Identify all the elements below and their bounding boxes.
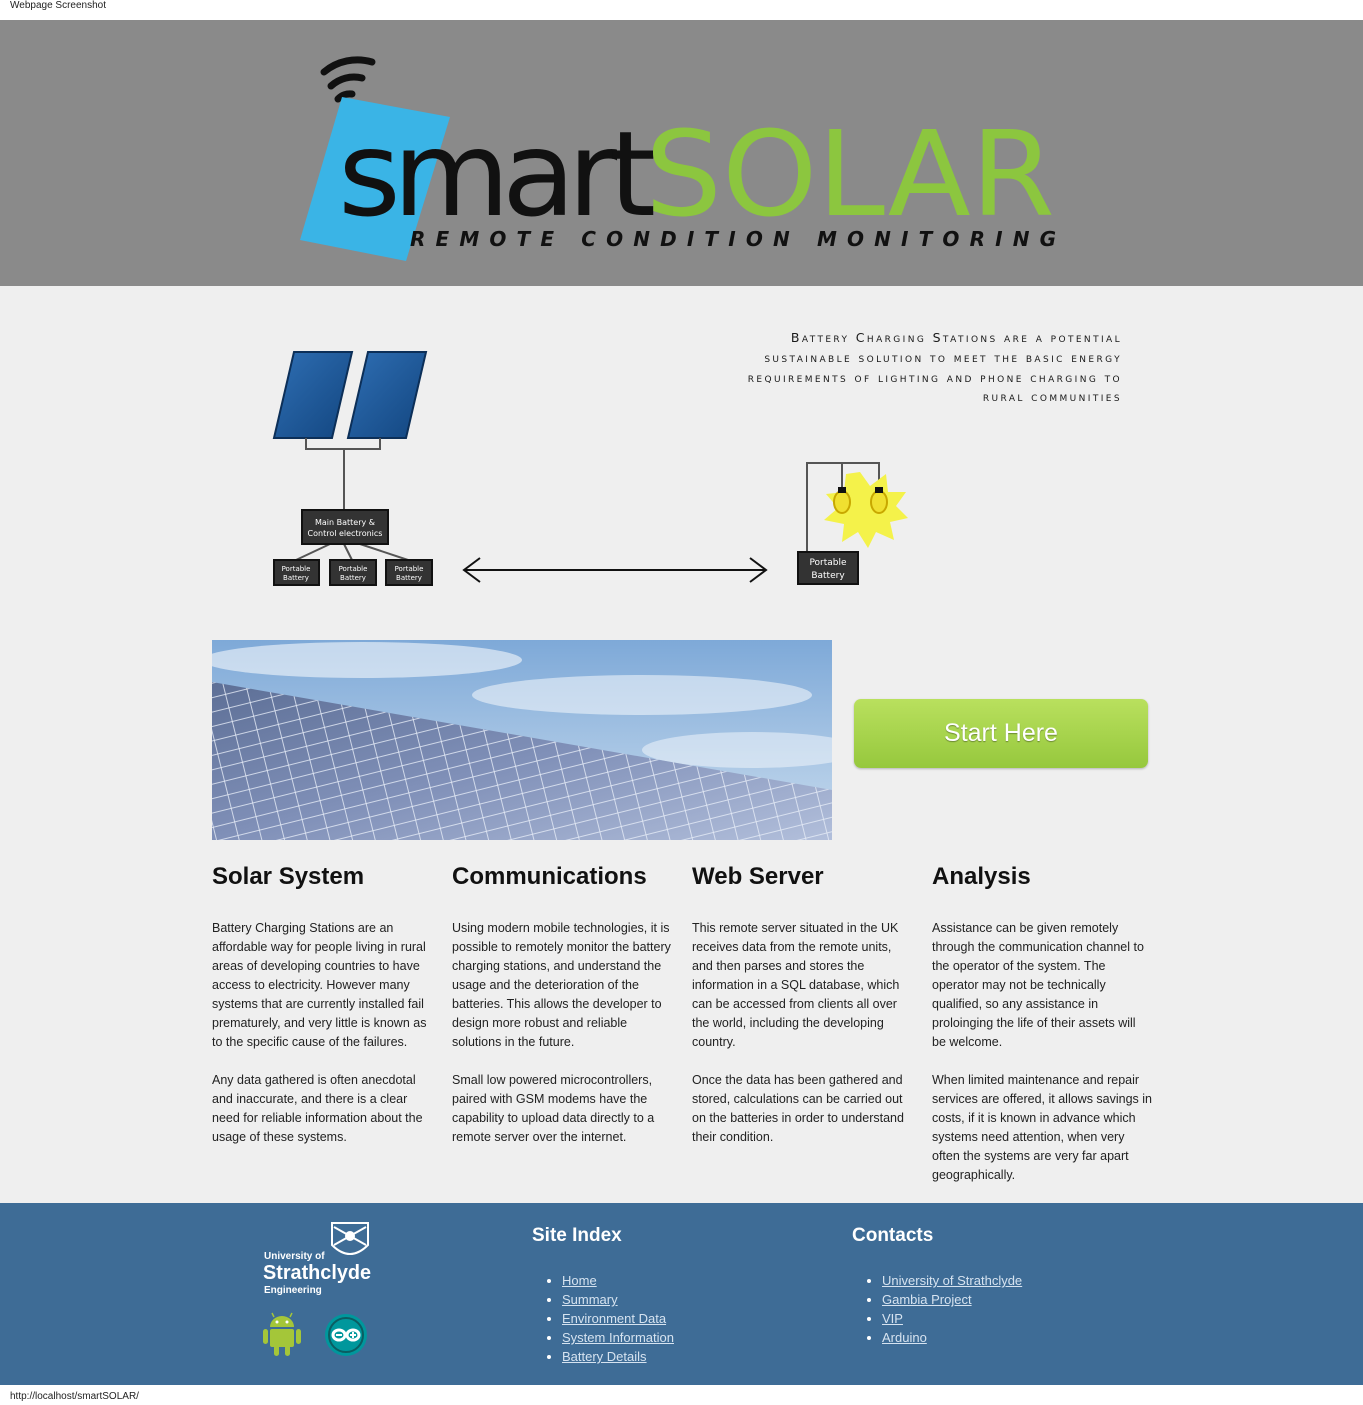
list-item: Summary — [562, 1290, 674, 1309]
portable-battery-label: Battery — [396, 574, 422, 582]
logo-solar-text: SOLAR — [645, 105, 1055, 243]
portable-battery: Portable Battery — [329, 559, 377, 586]
portable-battery-label: Portable — [339, 565, 368, 573]
column-paragraph: Any data gathered is often anecdotal and… — [212, 1073, 423, 1144]
analysis-column: Analysis Assistance can be given remotel… — [932, 860, 1152, 1185]
column-paragraph: Using modern mobile technologies, it is … — [452, 921, 671, 1049]
contact-link-arduino[interactable]: Arduino — [882, 1330, 927, 1345]
uni-line2: Strathclyde — [263, 1262, 371, 1284]
web-server-column: Web Server This remote server situated i… — [692, 860, 912, 1147]
contact-link-strathclyde[interactable]: University of Strathclyde — [882, 1273, 1022, 1288]
start-here-button[interactable]: Start Here — [854, 699, 1148, 768]
column-paragraph: Battery Charging Stations are an afforda… — [212, 921, 427, 1049]
portable-battery-label: Portable — [282, 565, 311, 573]
list-item: System Information — [562, 1328, 674, 1347]
solar-panel-right — [346, 351, 428, 439]
wifi-icon — [320, 56, 376, 103]
solar-panel-left — [272, 351, 354, 439]
portable-battery: Portable Battery — [385, 559, 433, 586]
list-item: VIP — [882, 1309, 1022, 1328]
site-footer: University of Strathclyde Engineering Si… — [0, 1203, 1363, 1385]
uni-line1: University of — [264, 1251, 325, 1262]
nav-link-summary[interactable]: Summary — [562, 1292, 618, 1307]
status-url: http://localhost/smartSOLAR/ — [10, 1391, 139, 1402]
university-crest-icon — [331, 1222, 369, 1255]
column-paragraph: This remote server situated in the UK re… — [692, 921, 900, 1049]
contacts-title: Contacts — [852, 1225, 934, 1246]
nav-link-battery-details[interactable]: Battery Details — [562, 1349, 647, 1364]
portable-battery-label: Portable — [395, 565, 424, 573]
main-battery-box — [301, 509, 389, 545]
list-item: Arduino — [882, 1328, 1022, 1347]
column-title: Analysis — [932, 863, 1031, 890]
column-paragraph: Assistance can be given remotely through… — [932, 921, 1144, 1049]
column-paragraph: Once the data has been gathered and stor… — [692, 1073, 904, 1144]
contact-link-vip[interactable]: VIP — [882, 1311, 903, 1326]
column-paragraph: When limited maintenance and repair serv… — [932, 1073, 1153, 1182]
nav-link-environment-data[interactable]: Environment Data — [562, 1311, 666, 1326]
list-item: Battery Details — [562, 1347, 674, 1366]
list-item: Environment Data — [562, 1309, 674, 1328]
android-icon[interactable] — [262, 1311, 302, 1357]
solar-panel-photo — [212, 640, 832, 840]
site-index-title: Site Index — [532, 1225, 622, 1246]
logo-smart-text: smart — [338, 105, 654, 243]
screenshot-caption: Webpage Screenshot — [10, 0, 106, 11]
contacts-section: Contacts University of Strathclyde Gambi… — [852, 1225, 1022, 1347]
main-battery-label: Control electronics — [308, 529, 383, 538]
contacts-list: University of Strathclyde Gambia Project… — [882, 1271, 1022, 1347]
smartsolar-logo[interactable]: smart SOLAR REMOTE CONDITION MONITORING — [290, 50, 1080, 290]
portable-battery-label: Battery — [283, 574, 309, 582]
uni-line3: Engineering — [264, 1285, 322, 1296]
column-title: Web Server — [692, 863, 824, 890]
portable-battery-label: Battery — [811, 571, 845, 581]
list-item: Gambia Project — [882, 1290, 1022, 1309]
portable-battery: Portable Battery — [273, 559, 320, 586]
nav-link-system-information[interactable]: System Information — [562, 1330, 674, 1345]
column-paragraph: Small low powered microcontrollers, pair… — [452, 1073, 655, 1144]
nav-link-home[interactable]: Home — [562, 1273, 597, 1288]
portable-battery-label: Portable — [809, 558, 847, 568]
site-index-list: Home Summary Environment Data System Inf… — [562, 1271, 674, 1366]
tagline-line: Battery Charging Stations are a potentia… — [790, 330, 1122, 345]
communications-column: Communications Using modern mobile techn… — [452, 860, 672, 1147]
strathclyde-logo[interactable]: University of Strathclyde Engineering — [262, 1219, 374, 1297]
site-index-section: Site Index Home Summary Environment Data… — [532, 1225, 674, 1366]
main-content: Battery Charging Stations are a potentia… — [0, 286, 1363, 1203]
portable-battery-remote: Portable Battery — [797, 551, 859, 585]
list-item: University of Strathclyde — [882, 1271, 1022, 1290]
double-arrow-icon — [462, 557, 768, 583]
list-item: Home — [562, 1271, 674, 1290]
site-header: smart SOLAR REMOTE CONDITION MONITORING — [0, 20, 1363, 286]
charging-station-diagram: Main Battery & Control electronics Porta… — [272, 351, 908, 586]
solar-system-column: Solar System Battery Charging Stations a… — [212, 860, 432, 1147]
portable-battery-label: Battery — [340, 574, 366, 582]
column-title: Solar System — [212, 863, 365, 890]
column-title: Communications — [452, 863, 647, 890]
contact-link-gambia-project[interactable]: Gambia Project — [882, 1292, 972, 1307]
status-bar: http://localhost/smartSOLAR/ — [0, 1385, 1363, 1405]
main-battery-label: Main Battery & — [315, 518, 375, 527]
arduino-icon[interactable] — [324, 1313, 368, 1357]
